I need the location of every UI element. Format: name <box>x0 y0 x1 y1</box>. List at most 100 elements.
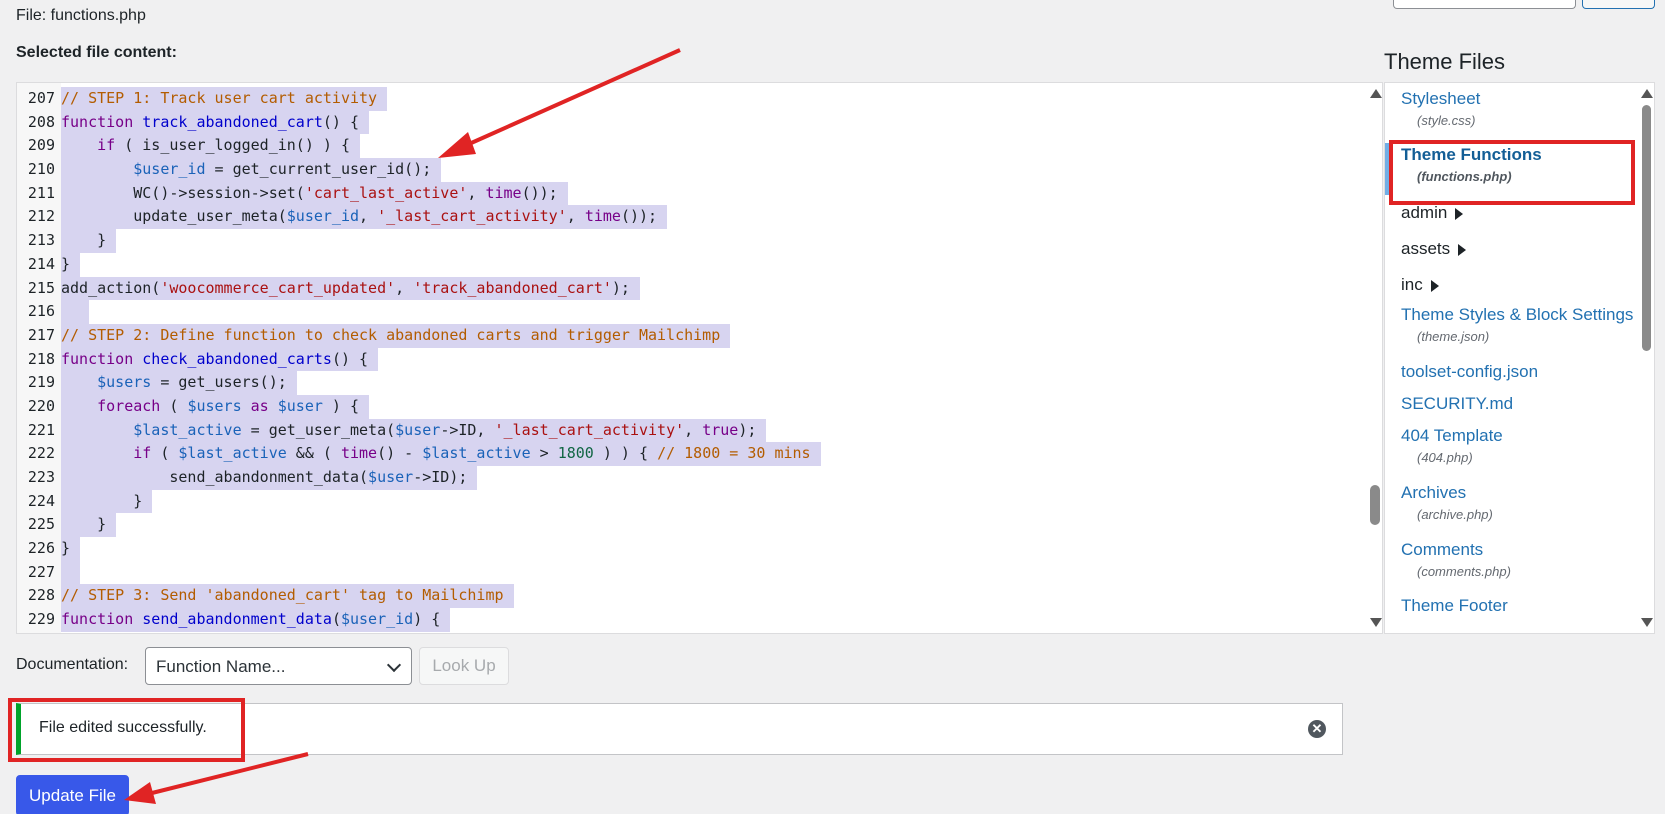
code-line[interactable]: 227 <box>17 560 821 585</box>
scroll-down-arrow-icon[interactable] <box>1641 618 1653 627</box>
line-number: 211 <box>27 183 55 202</box>
theme-files-scrollbar[interactable] <box>1638 83 1654 633</box>
code-line[interactable]: 223 send_abandonment_data($user->ID); <box>17 466 821 490</box>
code-text[interactable]: if ( $last_active && ( time() - $last_ac… <box>61 442 821 466</box>
line-number: 224 <box>27 491 55 510</box>
folder-admin[interactable]: admin <box>1401 203 1464 223</box>
code-line[interactable]: 213 } <box>17 229 821 253</box>
look-up-button[interactable]: Look Up <box>419 647 509 685</box>
code-text[interactable]: // STEP 2: Define function to check aban… <box>61 323 731 348</box>
editor-scroll-thumb[interactable] <box>1370 485 1380 525</box>
code-text[interactable]: } <box>61 489 153 514</box>
code-line[interactable]: 219 $users = get_users(); <box>17 371 821 395</box>
code-line[interactable]: 209 if ( is_user_logged_in() ) { <box>17 134 821 159</box>
file-comments-label[interactable]: Comments <box>1401 540 1511 560</box>
file-theme-json-label[interactable]: Theme Styles & Block Settings <box>1401 305 1633 325</box>
code-line[interactable]: 211 WC()->session->set('cart_last_active… <box>17 181 821 206</box>
code-text[interactable]: foreach ( $users as $user ) { <box>61 394 370 419</box>
line-number: 217 <box>27 325 55 344</box>
code-text[interactable]: $last_active = get_user_meta($user->ID, … <box>61 418 767 443</box>
scroll-up-arrow-icon[interactable] <box>1641 89 1653 98</box>
code-text[interactable]: // STEP 3: Send 'abandoned_cart' tag to … <box>61 584 514 609</box>
code-text[interactable]: } <box>61 537 81 561</box>
code-editor[interactable]: 207// STEP 1: Track user cart activity 20… <box>16 82 1383 634</box>
code-text[interactable]: function send_abandonment_data($user_id)… <box>61 608 451 632</box>
expand-triangle-icon[interactable] <box>1458 243 1467 256</box>
function-name-select[interactable]: Function Name... <box>145 647 412 685</box>
expand-triangle-icon[interactable] <box>1455 207 1464 220</box>
line-number: 207 <box>27 89 55 107</box>
code-line[interactable]: 212 update_user_meta($user_id, '_last_ca… <box>17 205 821 230</box>
code-line[interactable]: 210 $user_id = get_current_user_id(); <box>17 158 821 182</box>
code-line[interactable]: 224 } <box>17 489 821 514</box>
code-line[interactable]: 218 function check_abandoned_carts() { <box>17 347 821 372</box>
line-number: 228 <box>27 586 55 605</box>
file-stylesheet-label[interactable]: Stylesheet <box>1401 89 1480 109</box>
file-security[interactable]: SECURITY.md <box>1401 394 1513 414</box>
scroll-down-arrow-icon[interactable] <box>1370 618 1382 627</box>
code-line[interactable]: 215 add_action('woocommerce_cart_updated'… <box>17 276 821 301</box>
file-theme-json[interactable]: Theme Styles & Block Settings (theme.jso… <box>1401 305 1633 344</box>
file-toolset-config[interactable]: toolset-config.json <box>1401 362 1538 382</box>
line-number: 215 <box>27 278 55 297</box>
code-text[interactable]: $users = get_users(); <box>61 371 297 395</box>
code-text[interactable]: } <box>61 513 117 538</box>
code-text[interactable]: update_user_meta($user_id, '_last_cart_a… <box>61 205 668 230</box>
code-text[interactable]: } <box>61 229 117 253</box>
code-line[interactable]: 222 if ( $last_active && ( time() - $las… <box>17 442 821 466</box>
dismiss-notice-icon[interactable]: ✕ <box>1308 720 1326 738</box>
code-line[interactable]: 207 // STEP 1: Track user cart activity <box>17 87 821 111</box>
file-theme-json-filename: (theme.json) <box>1417 329 1490 344</box>
code-text[interactable]: } <box>61 252 81 277</box>
file-404-template-label[interactable]: 404 Template <box>1401 426 1503 446</box>
line-number: 222 <box>27 444 55 463</box>
file-toolset-config-label[interactable]: toolset-config.json <box>1401 362 1538 382</box>
scroll-up-arrow-icon[interactable] <box>1370 89 1382 98</box>
select-button-partial[interactable] <box>1582 0 1655 9</box>
code-line[interactable]: 228 // STEP 3: Send 'abandoned_cart' tag … <box>17 584 821 609</box>
code-line[interactable]: 221 $last_active = get_user_meta($user->… <box>17 418 821 443</box>
code-text[interactable] <box>61 560 81 585</box>
code-line[interactable]: 217 // STEP 2: Define function to check a… <box>17 323 821 348</box>
folder-assets-label[interactable]: assets <box>1401 239 1450 258</box>
code-text[interactable]: if ( is_user_logged_in() ) { <box>61 134 360 159</box>
code-text[interactable]: add_action('woocommerce_cart_updated', '… <box>61 276 640 301</box>
code-text[interactable] <box>61 300 90 324</box>
code-line[interactable]: 229 function send_abandonment_data($user_… <box>17 608 821 632</box>
function-name-select-value: Function Name... <box>156 657 286 676</box>
file-404-template[interactable]: 404 Template (404.php) <box>1401 426 1503 465</box>
folder-inc-label[interactable]: inc <box>1401 275 1423 294</box>
file-archives-label[interactable]: Archives <box>1401 483 1493 503</box>
line-number: 209 <box>27 136 55 155</box>
code-line[interactable]: 226} <box>17 537 821 561</box>
code-line[interactable]: 208 function track_abandoned_cart() { <box>17 110 821 135</box>
line-number: 208 <box>27 112 55 131</box>
code-line[interactable]: 220 foreach ( $users as $user ) { <box>17 394 821 419</box>
chevron-down-icon <box>386 657 402 673</box>
code-line[interactable]: 214} <box>17 252 821 277</box>
update-file-button[interactable]: Update File <box>16 775 129 814</box>
folder-inc[interactable]: inc <box>1401 275 1439 295</box>
code-text[interactable]: // STEP 1: Track user cart activity <box>61 87 388 111</box>
code-text[interactable]: function check_abandoned_carts() { <box>61 347 379 372</box>
code-text[interactable]: WC()->session->set('cart_last_active', t… <box>61 181 568 206</box>
code-lines[interactable]: 207// STEP 1: Track user cart activity 20… <box>17 87 821 632</box>
expand-triangle-icon[interactable] <box>1430 279 1439 292</box>
code-text[interactable]: function track_abandoned_cart() { <box>61 110 370 135</box>
code-text[interactable]: send_abandonment_data($user->ID); <box>61 466 478 490</box>
file-theme-footer[interactable]: Theme Footer <box>1401 596 1508 616</box>
theme-files-scroll-thumb[interactable] <box>1642 105 1651 351</box>
file-theme-footer-label[interactable]: Theme Footer <box>1401 596 1508 616</box>
search-input-partial[interactable] <box>1393 0 1576 9</box>
file-comments[interactable]: Comments (comments.php) <box>1401 540 1511 579</box>
code-text[interactable]: $user_id = get_current_user_id(); <box>61 158 442 182</box>
folder-assets[interactable]: assets <box>1401 239 1467 259</box>
folder-admin-label[interactable]: admin <box>1401 203 1447 222</box>
file-stylesheet[interactable]: Stylesheet (style.css) <box>1401 89 1480 128</box>
file-archives[interactable]: Archives (archive.php) <box>1401 483 1493 522</box>
line-number: 227 <box>27 562 55 581</box>
code-line[interactable]: 216 <box>17 300 821 324</box>
editor-scrollbar[interactable] <box>1368 83 1382 633</box>
code-line[interactable]: 225 } <box>17 513 821 538</box>
file-security-label[interactable]: SECURITY.md <box>1401 394 1513 414</box>
